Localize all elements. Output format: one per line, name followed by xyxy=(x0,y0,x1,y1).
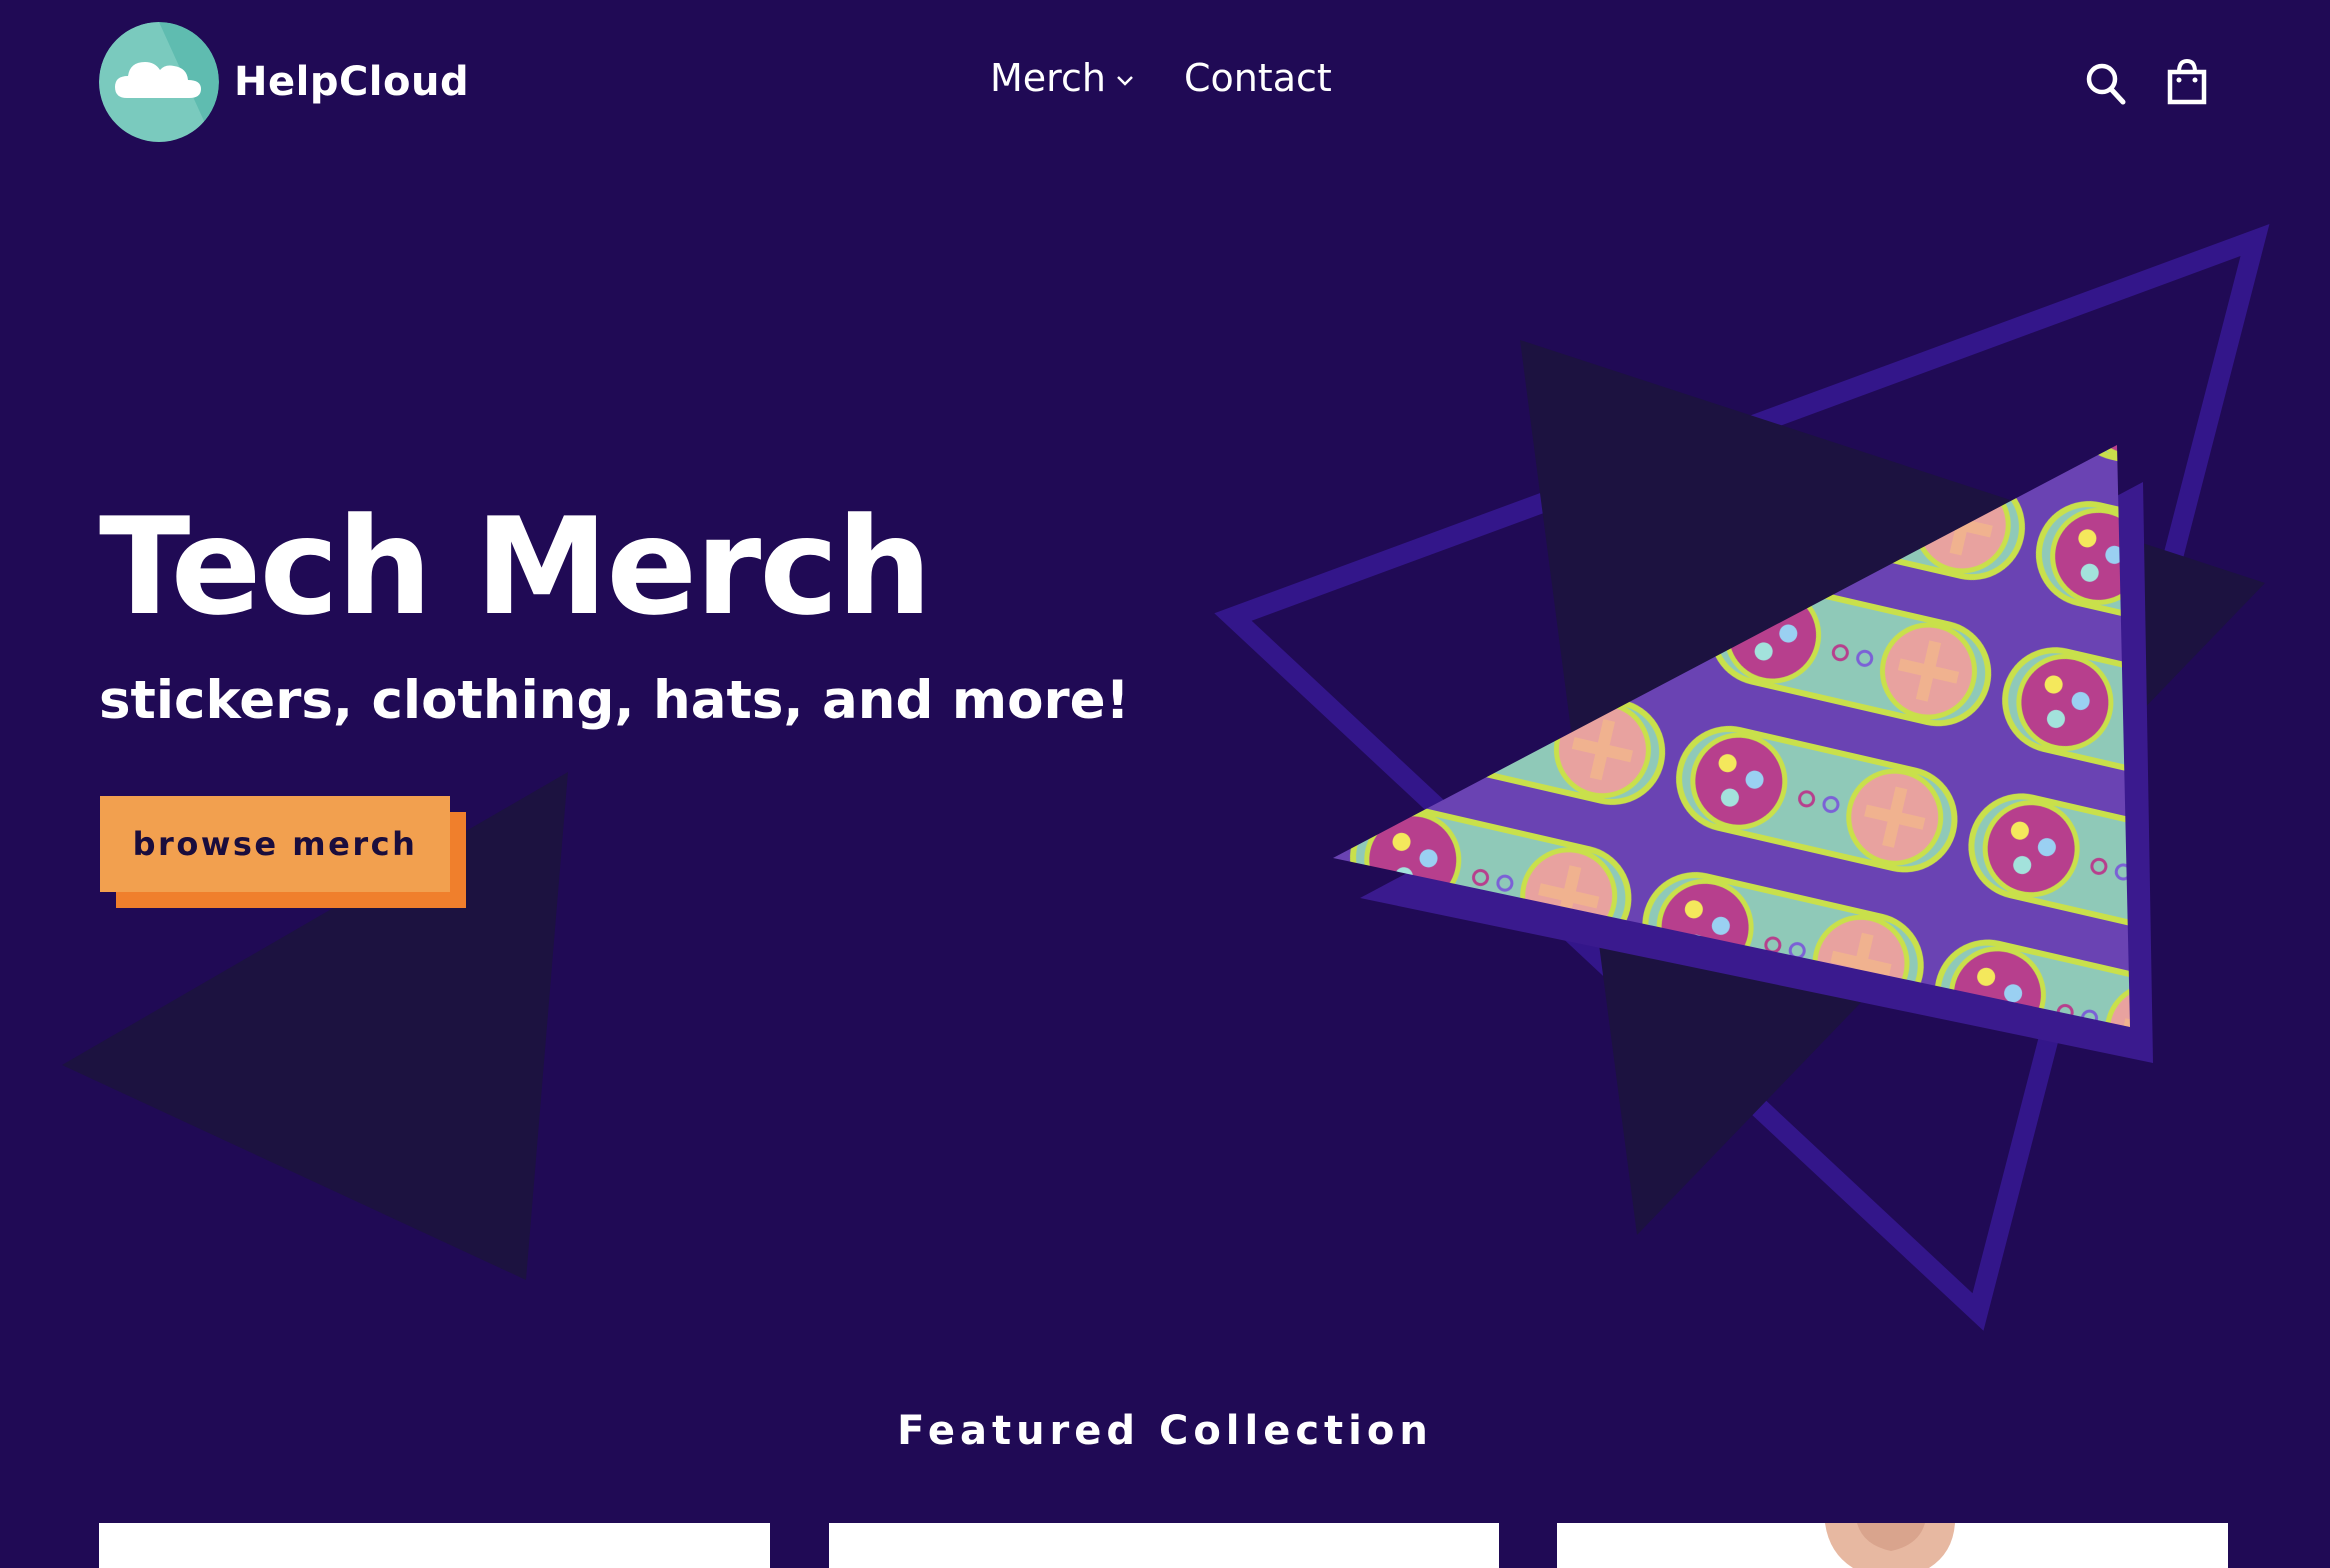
product-card[interactable] xyxy=(829,1523,1499,1568)
brand-logo[interactable]: HelpCloud xyxy=(99,22,469,142)
hero-decoration xyxy=(62,224,2270,1331)
cloud-logo-icon xyxy=(99,22,219,142)
nav-item-label: Merch xyxy=(990,56,1106,100)
nav-item-contact[interactable]: Contact xyxy=(1184,56,1332,100)
search-icon[interactable] xyxy=(2085,62,2127,106)
hero-title: Tech Merch xyxy=(99,489,932,645)
product-card[interactable] xyxy=(99,1523,770,1568)
chevron-down-icon xyxy=(1117,76,1133,86)
nav-item-merch[interactable]: Merch xyxy=(990,56,1134,100)
product-image xyxy=(1825,1523,1955,1568)
nav-item-label: Contact xyxy=(1183,56,1332,100)
browse-merch-button[interactable]: browse merch xyxy=(100,796,466,908)
hero-subtitle: stickers, clothing, hats, and more! xyxy=(99,670,1130,731)
brand-name: HelpCloud xyxy=(234,59,470,105)
product-card[interactable] xyxy=(1557,1523,2228,1568)
cart-icon[interactable] xyxy=(2166,58,2208,106)
button-label: browse merch xyxy=(100,796,450,892)
site-header: HelpCloud Merch Contact xyxy=(0,0,2330,170)
featured-collection-title: Featured Collection xyxy=(897,1408,1433,1454)
main-nav: Merch Contact xyxy=(990,56,1332,100)
